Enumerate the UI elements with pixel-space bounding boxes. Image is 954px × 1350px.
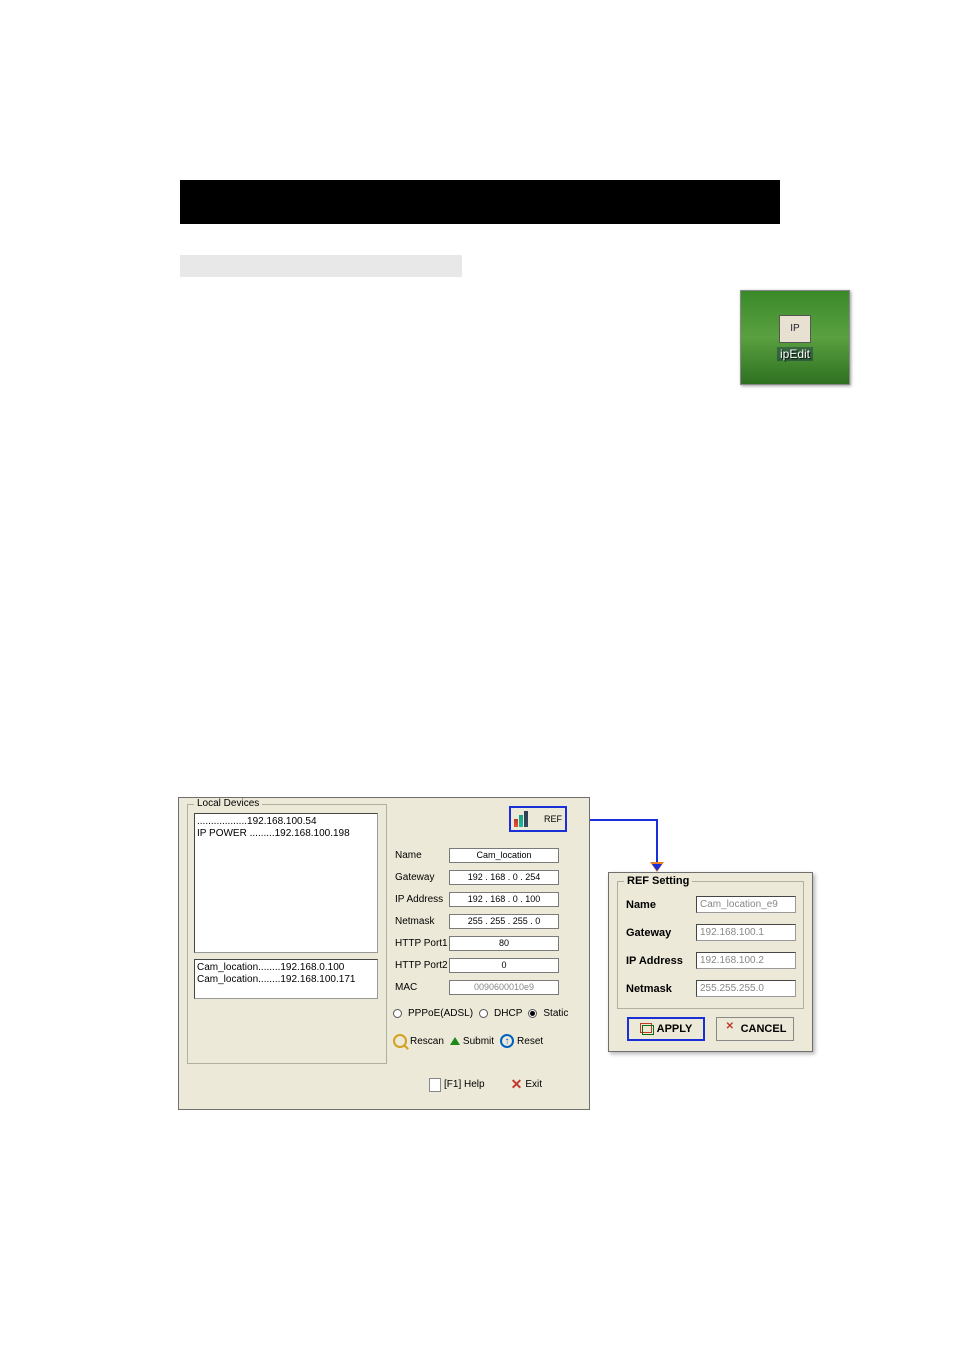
label-httpport1: HTTP Port1 <box>395 938 449 949</box>
ref-label-ip: IP Address <box>626 955 696 967</box>
radio-static-label: Static <box>543 1008 568 1019</box>
list-item[interactable]: Cam_location........192.168.100.171 <box>197 974 375 986</box>
label-mac: MAC <box>395 982 449 993</box>
help-label: [F1] Help <box>444 1079 485 1090</box>
field-ipaddress: IP Address 192 . 168 . 0 . 100 <box>395 890 559 908</box>
action-row-1: Rescan Submit ↑Reset <box>393 1034 543 1048</box>
ref-setting-title: REF Setting <box>624 875 692 887</box>
ref-label: REF <box>544 814 562 824</box>
list-item[interactable]: IP POWER .........192.168.100.198 <box>197 828 375 840</box>
rescan-button[interactable]: Rescan <box>393 1034 444 1048</box>
ref-row-gateway: Gateway 192.168.100.1 <box>626 924 796 941</box>
input-httpport2[interactable]: 0 <box>449 958 559 973</box>
action-row-2: [F1] Help ✕Exit <box>429 1076 542 1093</box>
local-devices-group: Local Devices ..................192.168.… <box>187 804 387 1064</box>
device-list-bottom[interactable]: Cam_location........192.168.0.100 Cam_lo… <box>194 959 378 999</box>
exit-icon: ✕ <box>511 1076 523 1093</box>
ref-row-netmask: Netmask 255.255.255.0 <box>626 980 796 997</box>
apply-button[interactable]: APPLY <box>627 1017 705 1041</box>
radio-pppoe[interactable] <box>393 1009 402 1018</box>
ref-row-name: Name Cam_location_e9 <box>626 896 796 913</box>
connector-line <box>590 819 658 821</box>
input-httpport1[interactable]: 80 <box>449 936 559 951</box>
connection-mode-radios: PPPoE(ADSL) DHCP Static <box>393 1008 568 1019</box>
input-name[interactable]: Cam_location <box>449 848 559 863</box>
ref-row-ip: IP Address 192.168.100.2 <box>626 952 796 969</box>
field-netmask: Netmask 255 . 255 . 255 . 0 <box>395 912 559 930</box>
input-ipaddress[interactable]: 192 . 168 . 0 . 100 <box>449 892 559 907</box>
bars-icon <box>514 811 528 827</box>
help-icon <box>429 1078 441 1092</box>
ref-setting-dialog: REF Setting Name Cam_location_e9 Gateway… <box>608 872 813 1052</box>
desktop-shortcut-ipedit[interactable]: IP ipEdit <box>740 290 850 385</box>
label-name: Name <box>395 850 449 861</box>
apply-label: APPLY <box>657 1023 693 1035</box>
ref-input-gateway[interactable]: 192.168.100.1 <box>696 924 796 941</box>
list-item[interactable]: Cam_location........192.168.0.100 <box>197 962 375 974</box>
gray-bar <box>180 255 462 277</box>
field-httpport1: HTTP Port1 80 <box>395 934 559 952</box>
submit-icon <box>450 1037 460 1045</box>
reset-label: Reset <box>517 1036 543 1047</box>
label-netmask: Netmask <box>395 916 449 927</box>
input-netmask[interactable]: 255 . 255 . 255 . 0 <box>449 914 559 929</box>
ref-label-name: Name <box>626 899 696 911</box>
apply-icon <box>640 1023 654 1035</box>
reset-icon: ↑ <box>500 1034 514 1048</box>
ipedit-label: ipEdit <box>777 347 813 361</box>
list-item[interactable]: ..................192.168.100.54 <box>197 816 375 828</box>
cancel-button[interactable]: CANCEL <box>716 1017 794 1041</box>
radio-dhcp[interactable] <box>479 1009 488 1018</box>
ref-button[interactable]: REF <box>509 806 567 832</box>
radio-pppoe-label: PPPoE(ADSL) <box>408 1008 473 1019</box>
input-gateway[interactable]: 192 . 168 . 0 . 254 <box>449 870 559 885</box>
exit-button[interactable]: ✕Exit <box>511 1076 542 1093</box>
help-button[interactable]: [F1] Help <box>429 1078 485 1092</box>
ref-label-netmask: Netmask <box>626 983 696 995</box>
group-title: Local Devices <box>194 798 262 809</box>
field-name: Name Cam_location <box>395 846 559 864</box>
ipeditor-window: Local Devices ..................192.168.… <box>178 797 590 1110</box>
magnifier-icon <box>393 1034 407 1048</box>
radio-static[interactable] <box>528 1009 537 1018</box>
label-gateway: Gateway <box>395 872 449 883</box>
label-ipaddress: IP Address <box>395 894 449 905</box>
field-mac: MAC 0090600010e9 <box>395 978 559 996</box>
exit-label: Exit <box>525 1079 542 1090</box>
ref-setting-group: REF Setting Name Cam_location_e9 Gateway… <box>617 881 804 1009</box>
submit-label: Submit <box>463 1036 494 1047</box>
ref-input-name[interactable]: Cam_location_e9 <box>696 896 796 913</box>
cancel-icon <box>724 1022 738 1036</box>
radio-dhcp-label: DHCP <box>494 1008 522 1019</box>
label-httpport2: HTTP Port2 <box>395 960 449 971</box>
ref-input-netmask[interactable]: 255.255.255.0 <box>696 980 796 997</box>
field-httpport2: HTTP Port2 0 <box>395 956 559 974</box>
connector-arrow-icon <box>650 862 664 872</box>
ref-label-gateway: Gateway <box>626 927 696 939</box>
cancel-label: CANCEL <box>741 1023 787 1035</box>
reset-button[interactable]: ↑Reset <box>500 1034 543 1048</box>
ipedit-icon: IP <box>779 315 811 343</box>
input-mac: 0090600010e9 <box>449 980 559 995</box>
ref-input-ip[interactable]: 192.168.100.2 <box>696 952 796 969</box>
device-list-top[interactable]: ..................192.168.100.54 IP POWE… <box>194 813 378 953</box>
field-gateway: Gateway 192 . 168 . 0 . 254 <box>395 868 559 886</box>
black-bar <box>180 180 780 224</box>
submit-button[interactable]: Submit <box>450 1036 494 1047</box>
rescan-label: Rescan <box>410 1036 444 1047</box>
